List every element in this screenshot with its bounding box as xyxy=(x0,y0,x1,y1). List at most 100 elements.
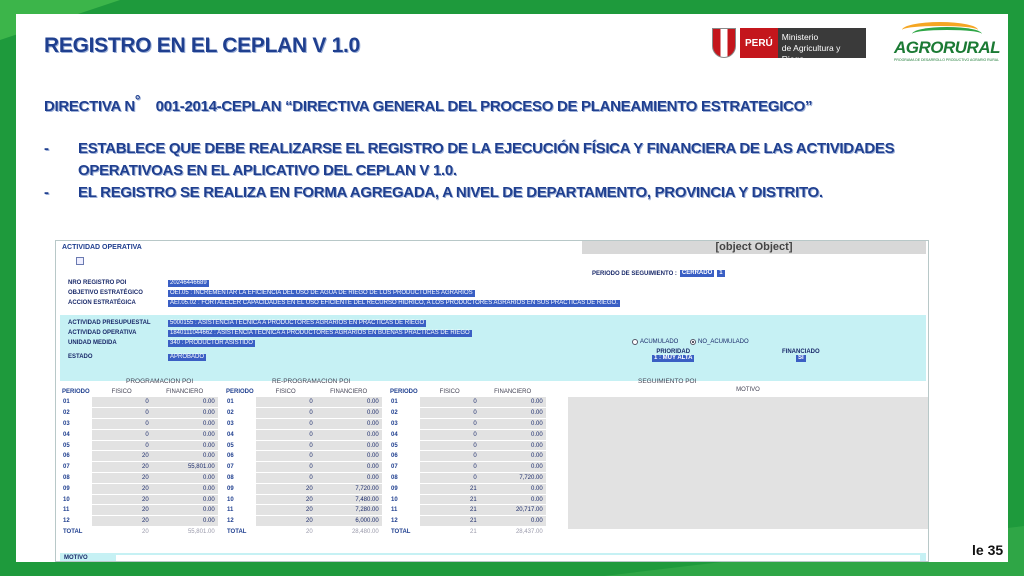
financiero-cell[interactable]: 0.00 xyxy=(479,461,546,474)
fisico-cell[interactable]: 20 xyxy=(91,494,152,506)
financiero-cell[interactable]: 55,801.00 xyxy=(151,461,218,474)
motivo-area[interactable] xyxy=(568,397,928,529)
fisico-cell[interactable]: 20 xyxy=(91,504,152,517)
fisico-cell[interactable]: 20 xyxy=(255,504,316,517)
fisico-cell[interactable]: 0 xyxy=(91,407,152,420)
financiero-cell[interactable]: 0.00 xyxy=(151,504,218,517)
financiero-cell[interactable]: 20,717.00 xyxy=(479,504,546,517)
financiero-cell[interactable]: 6,000.00 xyxy=(315,515,382,528)
financiero-cell[interactable]: 0.00 xyxy=(315,472,382,484)
ministerio-logo: PERÚ Ministerio de Agricultura y Riego xyxy=(712,26,875,64)
table-row: 02 0 0.00 xyxy=(224,407,382,420)
fisico-cell[interactable]: 0 xyxy=(255,429,316,441)
financiero-cell[interactable]: 0.00 xyxy=(151,483,218,495)
fisico-cell[interactable]: 20 xyxy=(91,472,152,484)
document-icon[interactable] xyxy=(76,257,84,265)
fisico-cell[interactable]: 0 xyxy=(255,472,316,484)
financiero-cell[interactable]: 0.00 xyxy=(151,397,218,409)
financiero-cell[interactable]: 0.00 xyxy=(151,440,218,452)
motivo-row: MOTIVO xyxy=(60,553,926,561)
radio-acumulado-icon[interactable] xyxy=(632,339,638,345)
fisico-cell[interactable]: 21 xyxy=(419,483,480,495)
fisico-cell[interactable]: 20 xyxy=(255,515,316,528)
table-row: 07 0 0.00 xyxy=(388,461,546,474)
fisico-cell[interactable]: 21 xyxy=(419,515,480,528)
fisico-cell[interactable]: 20 xyxy=(91,483,152,495)
financiero-cell[interactable]: 0.00 xyxy=(151,472,218,484)
field-label: ACCION ESTRATÉGICA xyxy=(68,300,136,306)
fisico-cell[interactable]: 0 xyxy=(255,407,316,420)
financiero-cell[interactable]: 7,720.00 xyxy=(315,483,382,495)
financiero-cell[interactable]: 0.00 xyxy=(151,429,218,441)
financiero-cell[interactable]: 0.00 xyxy=(315,461,382,474)
financiero-cell[interactable]: 0.00 xyxy=(151,515,218,528)
financiero-cell[interactable]: 7,720.00 xyxy=(479,472,546,484)
fisico-cell[interactable]: 0 xyxy=(419,418,480,430)
field-value: AEI.05.02 : FORTALECER CAPACIDADES EN EL… xyxy=(168,299,620,307)
fisico-cell[interactable]: 0 xyxy=(419,472,480,484)
table-row: 12 20 6,000.00 xyxy=(224,515,382,528)
financiero-cell[interactable]: 0.00 xyxy=(315,407,382,420)
field-label: ACTIVIDAD PRESUPUESTAL xyxy=(68,320,151,326)
financiero-cell[interactable]: 0.00 xyxy=(151,418,218,430)
financiero-cell[interactable]: 0.00 xyxy=(479,418,546,430)
fisico-cell[interactable]: 0 xyxy=(91,429,152,441)
financiero-cell[interactable]: 0.00 xyxy=(151,494,218,506)
fisico-cell[interactable]: 0 xyxy=(419,429,480,441)
financiero-cell[interactable]: 0.00 xyxy=(479,483,546,495)
fisico-cell[interactable]: 0 xyxy=(419,450,480,463)
fisico-cell[interactable]: 20 xyxy=(91,450,152,463)
periodo-cell: 05 xyxy=(63,442,70,449)
financiero-cell[interactable]: 0.00 xyxy=(315,440,382,452)
table-row: 03 0 0.00 xyxy=(224,418,382,430)
motivo-input[interactable] xyxy=(116,555,920,561)
periodo-cell: 10 xyxy=(227,496,234,503)
financiero-cell[interactable]: 0.00 xyxy=(479,515,546,528)
financiero-cell[interactable]: 0.00 xyxy=(315,418,382,430)
radio-acumulado[interactable]: ACUMULADO xyxy=(632,339,678,345)
fisico-cell[interactable]: 0 xyxy=(255,418,316,430)
financiero-cell[interactable]: 0.00 xyxy=(479,397,546,409)
financiero-cell[interactable]: 0.00 xyxy=(479,429,546,441)
table-row: 05 0 0.00 xyxy=(388,440,546,452)
fisico-cell[interactable]: 0 xyxy=(91,397,152,409)
fisico-cell[interactable]: 0 xyxy=(255,397,316,409)
table-row: 03 0 0.00 xyxy=(60,418,218,430)
financiero-cell[interactable]: 0.00 xyxy=(151,450,218,463)
financiero-cell[interactable]: 0.00 xyxy=(315,450,382,463)
column-header: PERIODO xyxy=(390,389,418,395)
financiero-cell[interactable]: 0.00 xyxy=(151,407,218,420)
ministerio-line2: de Agricultura y Riego xyxy=(781,43,841,64)
financiero-cell[interactable]: 0.00 xyxy=(479,450,546,463)
financiero-cell[interactable]: 0.00 xyxy=(479,440,546,452)
fisico-cell[interactable]: 20 xyxy=(255,494,316,506)
table-row: 01 0 0.00 xyxy=(60,397,218,409)
fisico-cell[interactable]: 0 xyxy=(255,450,316,463)
fisico-cell[interactable]: 21 xyxy=(419,494,480,506)
fisico-cell[interactable]: 0 xyxy=(91,440,152,452)
fisico-cell[interactable]: 0 xyxy=(419,397,480,409)
financiero-cell[interactable]: 0.00 xyxy=(315,397,382,409)
fisico-cell[interactable]: 0 xyxy=(419,461,480,474)
financiero-cell[interactable]: 0.00 xyxy=(315,429,382,441)
fisico-cell[interactable]: 20 xyxy=(91,515,152,528)
fisico-cell[interactable]: 20 xyxy=(91,461,152,474)
directiva-degree: ° xyxy=(134,92,141,108)
financiero-cell[interactable]: 0.00 xyxy=(479,407,546,420)
radio-no-acumulado-icon[interactable] xyxy=(690,339,696,345)
fisico-cell[interactable]: 20 xyxy=(255,483,316,495)
financiero-cell[interactable]: 7,480.00 xyxy=(315,494,382,506)
fisico-cell[interactable]: 21 xyxy=(419,504,480,517)
fisico-cell[interactable]: 0 xyxy=(419,440,480,452)
bullet-dash: - xyxy=(44,184,49,201)
field-value: 5000155 : ASISTENCIA TECNICA A PRODUCTOR… xyxy=(168,319,427,327)
radio-no-acumulado[interactable]: NO_ACUMULADO xyxy=(690,339,749,345)
financiero-cell[interactable]: 0.00 xyxy=(479,494,546,506)
fisico-cell[interactable]: 0 xyxy=(419,407,480,420)
fisico-cell[interactable]: 0 xyxy=(91,418,152,430)
financiero-cell[interactable]: 7,280.00 xyxy=(315,504,382,517)
periodo-cell: 03 xyxy=(63,420,70,427)
fisico-cell[interactable]: 0 xyxy=(255,440,316,452)
fisico-cell[interactable]: 0 xyxy=(255,461,316,474)
table-row: 09 21 0.00 xyxy=(388,483,546,495)
